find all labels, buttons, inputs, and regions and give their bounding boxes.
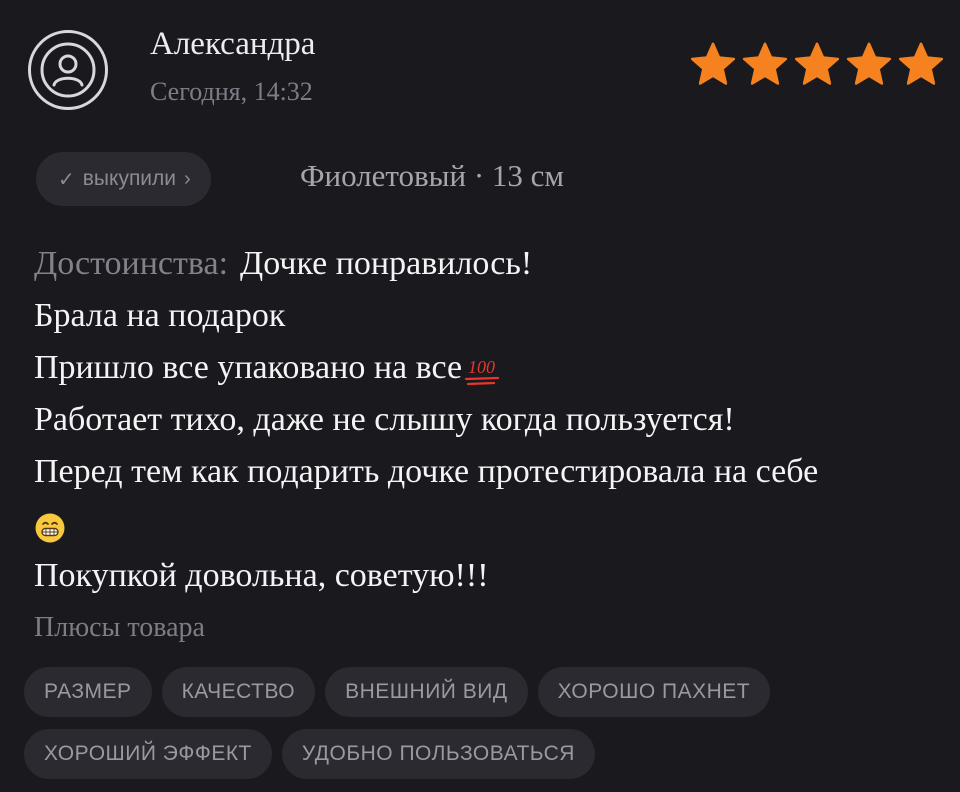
- review-line-text: Покупкой довольна, советую!!!: [34, 557, 489, 594]
- review-line-text: Дочке понравилось!: [240, 245, 533, 282]
- hundred-points-emoji: 100: [464, 351, 502, 386]
- rating-stars: [688, 40, 946, 90]
- emoji-100-text: 100: [468, 357, 495, 377]
- user-avatar-icon[interactable]: [28, 30, 108, 110]
- bought-label: выкупили: [82, 167, 177, 190]
- review-line-text: Работает тихо, даже не слышу когда польз…: [34, 401, 735, 438]
- review-line: Достоинства: Дочке понравилось!: [34, 238, 944, 290]
- plus-tag[interactable]: ХОРОШО ПАХНЕТ: [537, 667, 771, 717]
- review-text: Достоинства: Дочке понравилось! Брала на…: [34, 238, 944, 602]
- review-line: Пришло все упаковано на все 100: [34, 342, 944, 394]
- check-icon: ✓: [58, 168, 75, 191]
- plus-tag[interactable]: УДОБНО ПОЛЬЗОВАТЬСЯ: [281, 729, 595, 779]
- review-line-text: Пришло все упаковано на все: [34, 349, 463, 386]
- bought-badge-button[interactable]: ✓ выкупили ›: [36, 152, 211, 206]
- review-card: Александра Сегодня, 14:32 ✓ выкупили › Ф…: [0, 0, 960, 792]
- plus-tag[interactable]: КАЧЕСТВО: [161, 667, 316, 717]
- author-name[interactable]: Александра: [150, 26, 315, 63]
- plus-tag[interactable]: РАЗМЕР: [24, 667, 152, 717]
- review-line: Работает тихо, даже не слышу когда польз…: [34, 394, 944, 446]
- review-line: Покупкой довольна, советую!!!: [34, 550, 944, 602]
- pluses-title: Плюсы товара: [34, 612, 205, 643]
- star-icon: [846, 42, 892, 85]
- review-date: Сегодня, 14:32: [150, 77, 313, 106]
- merits-label: Достоинства:: [34, 245, 229, 282]
- product-variant: Фиолетовый · 13 см: [300, 158, 565, 193]
- pluses-tags: РАЗМЕР КАЧЕСТВО ВНЕШНИЙ ВИД ХОРОШО ПАХНЕ…: [24, 667, 944, 779]
- star-icon: [898, 42, 944, 85]
- star-icon: [690, 42, 736, 85]
- review-line: Перед тем как подарить дочке протестиров…: [34, 446, 944, 498]
- chevron-right-icon: ›: [184, 167, 191, 190]
- review-line-text: Перед тем как подарить дочке протестиров…: [34, 453, 819, 490]
- review-line-text: Брала на подарок: [34, 297, 286, 334]
- review-line: Брала на подарок: [34, 290, 944, 342]
- star-icon: [794, 42, 840, 85]
- plus-tag[interactable]: ВНЕШНИЙ ВИД: [325, 667, 528, 717]
- review-line: [34, 498, 944, 550]
- plus-tag[interactable]: ХОРОШИЙ ЭФФЕКТ: [24, 729, 272, 779]
- star-icon: [742, 42, 788, 85]
- grinning-face-emoji: [34, 508, 66, 543]
